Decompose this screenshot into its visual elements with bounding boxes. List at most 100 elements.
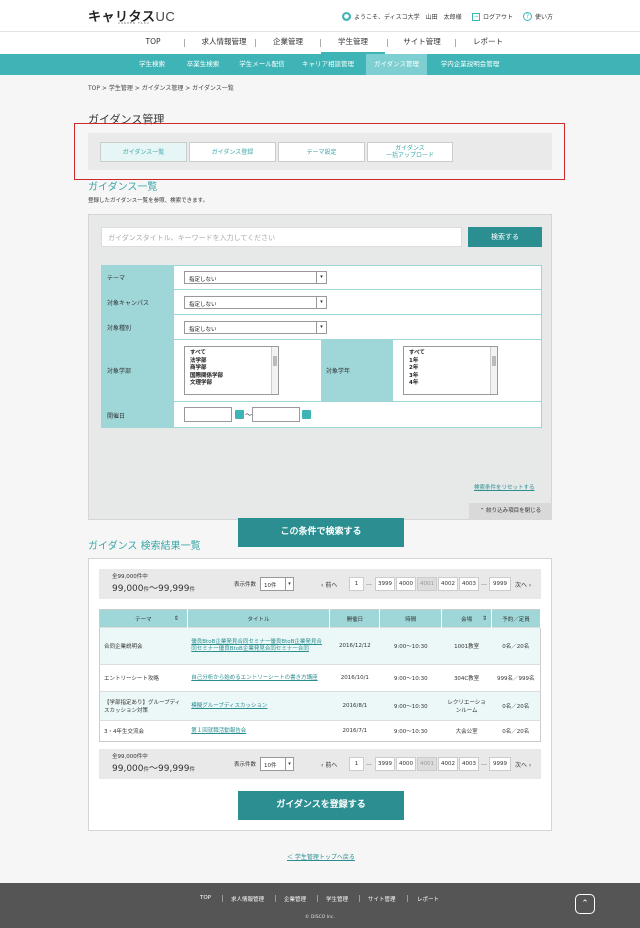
page-button[interactable]: 4002	[438, 757, 458, 771]
cell-theme: 3・4年生交流会	[99, 720, 188, 742]
title-link[interactable]: 自己分析から始めるエントリーシートの書き方講座	[191, 675, 326, 682]
date-from-input[interactable]	[184, 407, 232, 422]
date-to-input[interactable]	[252, 407, 300, 422]
per-page-select[interactable]: 10件 ▾	[260, 577, 294, 591]
cell-reserve: 0名／20名	[491, 627, 541, 665]
subnav-student-mail[interactable]: 学生メール配信	[230, 54, 294, 75]
prev-link[interactable]: ‹ 前へ	[321, 580, 337, 589]
subnav-company-briefing[interactable]: 学内企業説明会管理	[430, 54, 510, 75]
page-button[interactable]: 1	[349, 757, 364, 771]
page-button[interactable]: 4000	[396, 757, 416, 771]
footer-link-site[interactable]: サイト管理	[368, 895, 396, 903]
logout-link[interactable]: → ログアウト	[472, 12, 513, 21]
per-page-label: 表示件数	[234, 582, 257, 588]
search-submit-button[interactable]: この条件で検索する	[238, 518, 404, 547]
footer-link-job-info[interactable]: 求人情報管理	[231, 895, 264, 903]
page-button[interactable]: 4000	[396, 577, 416, 591]
chevron-down-icon: ▾	[285, 578, 293, 590]
back-to-student-top-link[interactable]: ＜ 学生管理トップへ戻る	[287, 852, 355, 861]
subnav-career-consult[interactable]: キャリア相談管理	[292, 54, 364, 75]
calendar-icon[interactable]	[302, 410, 311, 419]
theme-select[interactable]: 指定しない ▾	[184, 271, 327, 284]
prev-label: 前へ	[325, 762, 338, 769]
page-button[interactable]: 4003	[459, 577, 479, 591]
select-value: 指定しない	[189, 277, 217, 283]
list-option[interactable]: 法学部	[190, 358, 273, 366]
type-select[interactable]: 指定しない ▾	[184, 321, 327, 334]
subnav-guidance[interactable]: ガイダンス管理	[366, 54, 427, 75]
gnav-report[interactable]: レポート	[462, 32, 514, 54]
per-page-select[interactable]: 10件 ▾	[260, 757, 294, 771]
filter-row-theme: テーマ 指定しない ▾	[102, 266, 541, 290]
gnav-site[interactable]: サイト管理	[392, 32, 452, 54]
scrollbar[interactable]	[490, 347, 497, 394]
select-value: 指定しない	[189, 302, 217, 308]
list-option[interactable]: すべて	[409, 350, 492, 358]
title-link[interactable]: 第１回就職活動報告会	[191, 728, 326, 735]
next-link[interactable]: 次へ ›	[515, 760, 531, 769]
title-link[interactable]: 模擬グループディスカッション	[191, 703, 326, 710]
grade-listbox[interactable]: すべて 1年 2年 3年 4年	[403, 346, 498, 395]
results-title: ガイダンス 検索結果一覧	[88, 541, 201, 552]
list-option[interactable]: 商学部	[190, 365, 273, 373]
back-to-top-button[interactable]: ⌃	[575, 894, 595, 914]
footer-link-student[interactable]: 学生管理	[326, 895, 348, 903]
col-label: 開催日	[346, 616, 364, 623]
list-option[interactable]: 1年	[409, 358, 492, 366]
close-filter-button[interactable]: ⌃ 絞り込み項目を閉じる	[469, 503, 552, 520]
page-button[interactable]: 4002	[438, 577, 458, 591]
gnav-job-info[interactable]: 求人情報管理	[190, 32, 258, 54]
page-button[interactable]: 9999	[489, 757, 511, 771]
col-label: 時間	[405, 616, 417, 623]
cell-title: 第１回就職活動報告会	[187, 720, 330, 742]
page-button[interactable]: 1	[349, 577, 364, 591]
title-link[interactable]: 優良BtoB企業発見合同セミナー優良BtoB企業発見合同セミナー優良BtoB企業…	[191, 639, 326, 653]
col-theme[interactable]: テーマ ⇕	[99, 609, 188, 628]
page-button[interactable]: 3999	[375, 577, 395, 591]
page-button-current[interactable]: 4001	[417, 577, 437, 591]
page-button[interactable]: 4003	[459, 757, 479, 771]
prev-link[interactable]: ‹ 前へ	[321, 760, 337, 769]
gnav-company[interactable]: 企業管理	[262, 32, 314, 54]
subnav-student-search[interactable]: 学生検索	[128, 54, 176, 75]
page-button-current[interactable]: 4001	[417, 757, 437, 771]
footer-link-report[interactable]: レポート	[417, 895, 439, 903]
subnav-graduate-search[interactable]: 卒業生検索	[178, 54, 228, 75]
scrollbar[interactable]	[271, 347, 278, 394]
faculty-listbox[interactable]: すべて 法学部 商学部 国際関係学部 文理学部	[184, 346, 279, 395]
reset-link[interactable]: 検索条件をリセットする	[474, 483, 535, 491]
search-button[interactable]: 検索する	[468, 227, 542, 247]
list-option[interactable]: 文理学部	[190, 380, 273, 388]
campus-select[interactable]: 指定しない ▾	[184, 296, 327, 309]
cell-theme: 【学部指定あり】グループディスカッション対策	[99, 691, 188, 721]
sort-icon[interactable]: ⇕	[174, 615, 179, 622]
user-greeting: ● ようこそ、ディスコ大学 山田 太郎様	[342, 12, 462, 21]
list-option[interactable]: すべて	[190, 350, 273, 358]
list-option[interactable]: 3年	[409, 373, 492, 381]
gnav-student[interactable]: 学生管理	[321, 32, 385, 54]
list-option[interactable]: 2年	[409, 365, 492, 373]
page-ellipsis: …	[481, 760, 487, 767]
list-option[interactable]: 国際関係学部	[190, 373, 273, 381]
cell-time: 9:00～10:30	[379, 691, 442, 721]
cell-date: 2016/10/1	[329, 664, 380, 692]
gnav-top[interactable]: TOP	[128, 32, 178, 54]
page-button[interactable]: 9999	[489, 577, 511, 591]
results-panel: 全99,000件中 99,000件～99,999件 表示件数 10件 ▾ ‹ 前へ…	[88, 558, 552, 831]
global-nav: TOP 求人情報管理 企業管理 学生管理 サイト管理 レポート	[0, 31, 640, 54]
filter-row-campus: 対象キャンパス 指定しない ▾	[102, 290, 541, 315]
keyword-input[interactable]: ガイダンスタイトル、キーワードを入力してください	[101, 227, 462, 247]
register-guidance-button[interactable]: ガイダンスを登録する	[238, 791, 404, 820]
cell-venue: 304C教室	[441, 664, 492, 692]
list-option[interactable]: 4年	[409, 380, 492, 388]
range-start: 99,000	[112, 584, 144, 594]
col-venue[interactable]: 会場 ⇕	[441, 609, 493, 628]
next-link[interactable]: 次へ ›	[515, 580, 531, 589]
footer-link-top[interactable]: TOP	[200, 895, 211, 901]
per-page-label: 表示件数	[234, 762, 257, 768]
footer-link-company[interactable]: 企業管理	[284, 895, 306, 903]
help-link[interactable]: ? 使い方	[523, 12, 553, 21]
page-button[interactable]: 3999	[375, 757, 395, 771]
sort-icon[interactable]: ⇕	[482, 615, 487, 622]
calendar-icon[interactable]	[235, 410, 244, 419]
